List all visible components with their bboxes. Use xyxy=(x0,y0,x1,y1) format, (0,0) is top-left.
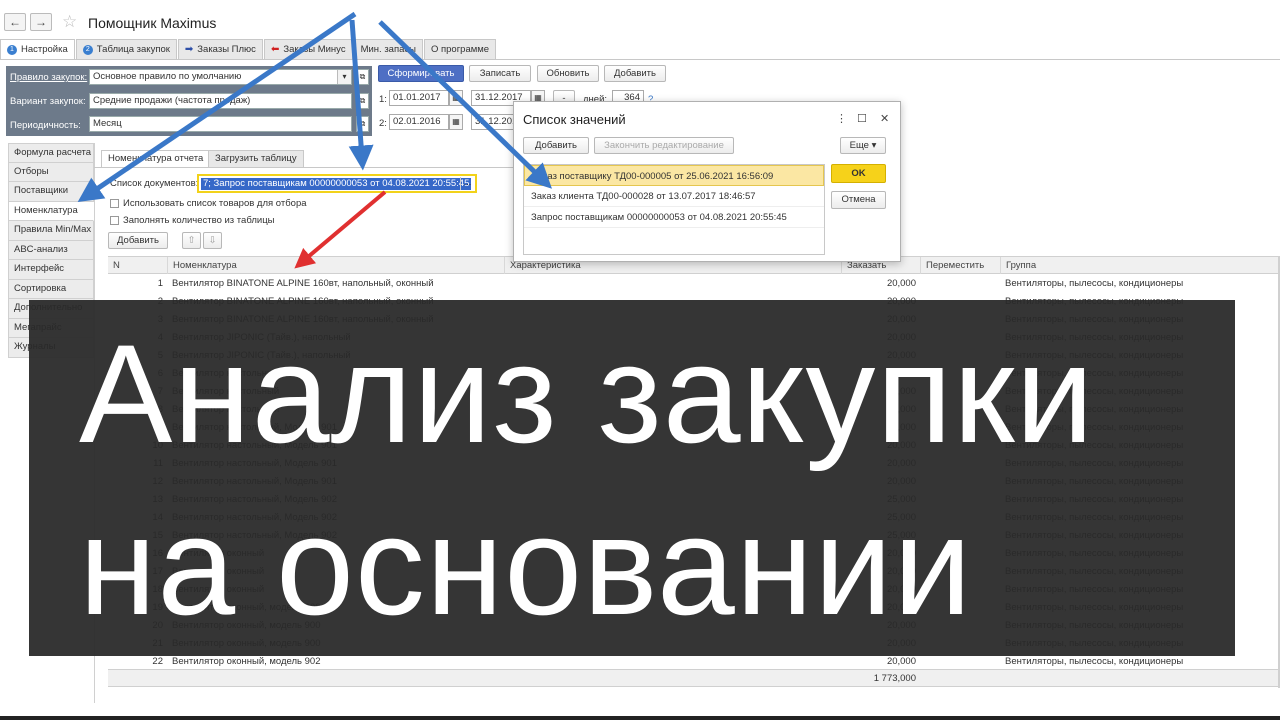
docs-list-field[interactable]: 7; Запрос поставщикам 00000000053 от 04.… xyxy=(197,174,477,193)
banner-line-2: на основании xyxy=(79,487,973,644)
period2-to-input[interactable]: 31.12.2016 xyxy=(471,114,523,130)
arrow-right-icon: ➡ xyxy=(184,44,194,55)
nav-item-sorting[interactable]: Сортировка xyxy=(8,279,94,299)
tab-orders-minus[interactable]: ⬅ Заказы Минус xyxy=(263,39,353,59)
open-icon[interactable]: ⧉ xyxy=(356,116,369,132)
open-icon[interactable]: ⧉ xyxy=(356,93,369,109)
add-button[interactable]: Добавить xyxy=(604,65,666,82)
bottom-bar xyxy=(0,716,1280,720)
tab-report-nomenclature[interactable]: Номенклатура отчета xyxy=(101,150,211,167)
tab-about[interactable]: О программе xyxy=(423,39,497,59)
tab-load-table[interactable]: Загрузить таблицу xyxy=(208,150,304,167)
row-group: Вентиляторы, пылесосы, кондиционеры xyxy=(1005,278,1184,289)
nav-item-formula[interactable]: Формула расчета xyxy=(8,143,94,163)
move-up-icon[interactable]: ⇧ xyxy=(182,232,201,249)
maximize-icon[interactable]: ☐ xyxy=(857,112,867,125)
rule-label[interactable]: Правило закупок: xyxy=(10,72,87,83)
nav-item-nomenclature[interactable]: Номенклатура xyxy=(8,201,94,221)
main-tabs: 1 Настройка 2 Таблица закупок ➡ Заказы Плюс… xyxy=(0,39,497,59)
nav-item-abc[interactable]: ABC-анализ xyxy=(8,240,94,260)
list-item[interactable]: Запрос поставщикам 00000000053 от 04.08.… xyxy=(524,207,824,228)
dialog-title: Список значений xyxy=(523,112,626,127)
period-label: Периодичность: xyxy=(10,120,81,131)
ok-button[interactable]: OK xyxy=(831,164,886,183)
more-icon[interactable]: ... xyxy=(460,177,474,190)
list-item[interactable]: Заказ поставщику ТД00-000005 от 25.06.20… xyxy=(524,165,824,186)
move-down-icon[interactable]: ⇩ xyxy=(203,232,222,249)
open-icon[interactable]: ⧉ xyxy=(356,69,369,85)
fill-qty-checkbox[interactable] xyxy=(110,216,119,225)
col-group[interactable]: Группа xyxy=(1000,257,1280,274)
nav-item-interface[interactable]: Интерфейс xyxy=(8,260,94,280)
dialog-add-button[interactable]: Добавить xyxy=(523,137,589,154)
cancel-button[interactable]: Отмена xyxy=(831,191,886,209)
table-footer: 1 773,000 xyxy=(108,669,1280,687)
tab-label: Заказы Минус xyxy=(283,44,346,55)
row-nomenclature: Вентилятор BINATONE ALPINE 160вт, наполь… xyxy=(172,278,434,289)
rule-value: Основное правило по умолчанию xyxy=(93,71,242,82)
values-list: Заказ поставщику ТД00-000005 от 25.06.20… xyxy=(523,164,825,255)
col-nomenclature[interactable]: Номенклатура xyxy=(167,257,504,274)
variant-field[interactable]: Средние продажи (частота продаж) xyxy=(89,93,352,109)
nav-item-filters[interactable]: Отборы xyxy=(8,162,94,182)
tab-purchase-table[interactable]: 2 Таблица закупок xyxy=(75,39,177,59)
period-field[interactable]: Месяц xyxy=(89,116,352,132)
period1-label: 1: xyxy=(379,94,387,105)
value-list-dialog: Список значений ⋮ ☐ ✕ Добавить Закончить… xyxy=(513,101,901,262)
row-order-qty: 20,000 xyxy=(886,278,916,289)
use-list-checkbox[interactable] xyxy=(110,199,119,208)
period2-label: 2: xyxy=(379,118,387,129)
tab-label: Таблица закупок xyxy=(96,44,170,55)
banner-line-1: Анализ закупки xyxy=(79,315,1095,472)
tab-min-stock[interactable]: Мин. запасы xyxy=(353,39,423,59)
subtab-divider xyxy=(94,167,514,168)
period2-from-input[interactable]: 02.01.2016 xyxy=(389,114,449,130)
fill-qty-label: Заполнять количество из таблицы xyxy=(123,215,275,226)
tab-label: Заказы Плюс xyxy=(197,44,256,55)
nav-item-minmax[interactable]: Правила Min/Max xyxy=(8,221,94,241)
rule-select[interactable]: Основное правило по умолчанию ▾ xyxy=(89,69,352,85)
finish-editing-button[interactable]: Закончить редактирование xyxy=(594,137,734,154)
calendar-icon[interactable]: ▦ xyxy=(449,114,463,130)
chevron-down-icon[interactable]: ▾ xyxy=(337,70,351,84)
period1-from-input[interactable]: 01.01.2017 xyxy=(389,90,449,106)
col-n[interactable]: N xyxy=(108,257,167,274)
variant-label: Вариант закупок: xyxy=(10,96,86,107)
list-item[interactable]: Заказ клиента ТД00-000028 от 13.07.2017 … xyxy=(524,186,824,207)
calendar-icon[interactable]: ▦ xyxy=(449,90,463,106)
forward-arrow-icon[interactable]: → xyxy=(30,13,52,31)
number-2-icon: 2 xyxy=(82,44,93,55)
tab-label: О программе xyxy=(430,44,490,55)
number-1-icon: 1 xyxy=(7,44,17,55)
tab-settings[interactable]: 1 Настройка xyxy=(0,39,75,59)
use-list-label: Использовать список товаров для отбора xyxy=(123,198,307,209)
more-button[interactable]: Еще ▾ xyxy=(840,137,886,154)
form-report-button[interactable]: Сформировать xyxy=(378,65,464,82)
title-banner: Анализ закупки на основании xyxy=(29,300,1235,656)
arrow-left-icon: ⬅ xyxy=(270,44,280,55)
tab-orders-plus[interactable]: ➡ Заказы Плюс xyxy=(177,39,263,59)
star-icon[interactable]: ☆ xyxy=(62,12,77,32)
refresh-button[interactable]: Обновить xyxy=(537,65,599,82)
app-title: Помощник Maximus xyxy=(88,15,217,31)
table-row[interactable]: 1 Вентилятор BINATONE ALPINE 160вт, напол… xyxy=(108,275,1280,293)
save-button[interactable]: Записать xyxy=(469,65,531,82)
row-number: 1 xyxy=(157,278,163,289)
tab-label: Настройка xyxy=(21,44,68,55)
tab-divider xyxy=(0,59,1280,60)
docs-value: 7; Запрос поставщикам 00000000053 от 04.… xyxy=(201,178,472,190)
add-row-button[interactable]: Добавить xyxy=(108,232,168,249)
docs-label: Список документов: xyxy=(110,178,199,189)
menu-icon[interactable]: ⋮ xyxy=(836,112,847,125)
col-move[interactable]: Переместить xyxy=(920,257,1000,274)
back-arrow-icon[interactable]: ← xyxy=(4,13,26,31)
close-icon[interactable]: ✕ xyxy=(880,112,889,125)
nav-item-suppliers[interactable]: Поставщики xyxy=(8,182,94,202)
tab-label: Мин. запасы xyxy=(360,44,416,55)
total-order: 1 773,000 xyxy=(873,673,916,684)
